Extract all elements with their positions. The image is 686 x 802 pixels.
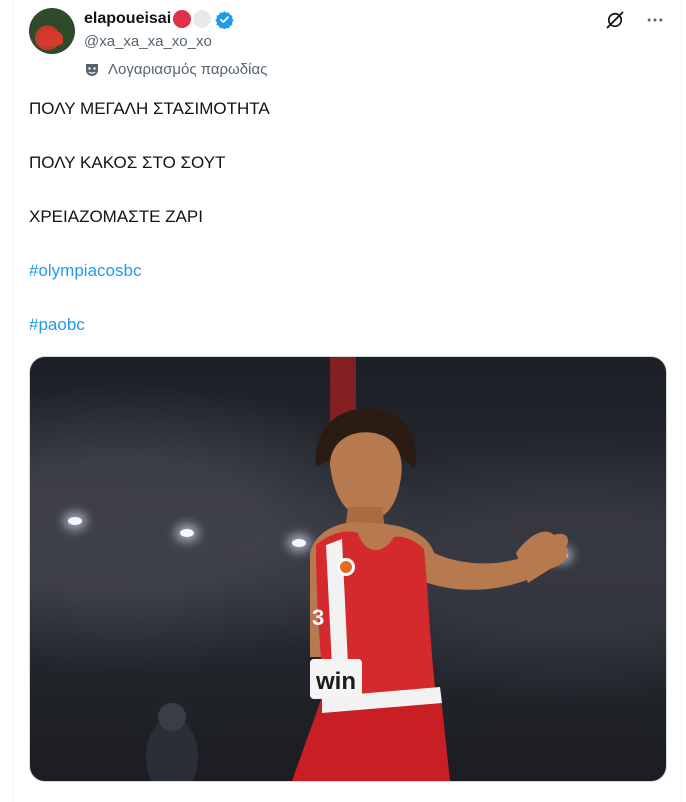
jersey-sponsor-text: win	[315, 668, 356, 695]
tweet-header: elapoueisai @xa_xa_xa_xo_xo Λογαριασμός …	[84, 7, 665, 87]
top-actions	[605, 10, 665, 30]
basketball-player: 3 win	[146, 408, 569, 781]
tweet-line: ΠΟΛΥ ΚΑΚΟΣ ΣΤΟ ΣΟΥΤ	[29, 153, 226, 172]
red-circle-emoji	[173, 10, 192, 28]
display-name[interactable]: elapoueisai	[84, 10, 171, 28]
hashtag-link[interactable]: #olympiacosbc	[29, 261, 141, 280]
tweet-line: ΧΡΕΙΑΖΟΜΑΣΤΕ ΖΑΡΙ	[29, 207, 203, 226]
parody-mask-icon	[86, 63, 98, 76]
white-circle-emoji	[193, 10, 212, 28]
grok-icon[interactable]	[605, 10, 625, 30]
user-handle[interactable]: @xa_xa_xa_xo_xo	[84, 31, 665, 53]
hashtag-link[interactable]: #paobc	[29, 315, 85, 334]
parody-label: Λογαριασμός παρωδίας	[84, 61, 267, 78]
tweet-card[interactable]: elapoueisai @xa_xa_xa_xo_xo Λογαριασμός …	[12, 0, 682, 802]
parody-label-text: Λογαριασμός παρωδίας	[108, 61, 268, 78]
avatar[interactable]	[29, 8, 75, 54]
tweet-media-image[interactable]: 3 win	[29, 356, 667, 782]
jersey-number: 3	[312, 605, 324, 630]
verified-badge-icon	[215, 10, 234, 29]
tweet-line: ΠΟΛΥ ΜΕΓΑΛΗ ΣΤΑΣΙΜΟΤΗΤΑ	[29, 99, 270, 118]
tweet-text: ΠΟΛΥ ΜΕΓΑΛΗ ΣΤΑΣΙΜΟΤΗΤΑ ΠΟΛΥ ΚΑΚΟΣ ΣΤΟ Σ…	[29, 97, 665, 367]
more-icon[interactable]	[645, 10, 665, 30]
name-row: elapoueisai	[84, 7, 665, 31]
